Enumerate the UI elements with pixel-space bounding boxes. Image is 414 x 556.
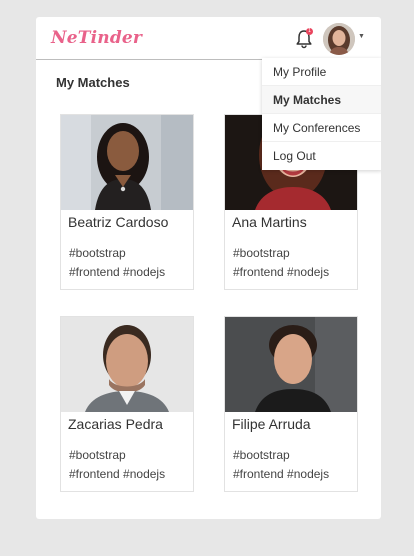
notification-badge: 1 xyxy=(306,28,313,35)
tag-line: #bootstrap xyxy=(233,246,290,260)
tag-line: #bootstrap xyxy=(233,448,290,462)
match-tags: #bootstrap #frontend #nodejs xyxy=(69,446,165,484)
tag-line: #frontend #nodejs xyxy=(233,265,330,279)
profile-photo xyxy=(61,115,193,210)
match-card[interactable]: Filipe Arruda #bootstrap #frontend #node… xyxy=(224,316,358,492)
match-tags: #bootstrap #frontend #nodejs xyxy=(233,446,329,484)
menu-item-my-profile[interactable]: My Profile xyxy=(262,58,381,86)
profile-photo xyxy=(61,317,193,412)
user-dropdown-menu: My Profile My Matches My Conferences Log… xyxy=(262,58,381,170)
match-tags: #bootstrap #frontend #nodejs xyxy=(69,244,165,282)
tag-line: #frontend #nodejs xyxy=(233,467,330,481)
tag-line: #frontend #nodejs xyxy=(69,265,166,279)
chevron-down-icon[interactable]: ▼ xyxy=(358,33,365,40)
match-name: Filipe Arruda xyxy=(232,416,311,432)
tag-line: #bootstrap xyxy=(69,448,126,462)
match-card[interactable]: Beatriz Cardoso #bootstrap #frontend #no… xyxy=(60,114,194,290)
brand-logo[interactable]: NeTinder xyxy=(51,28,142,48)
menu-item-log-out[interactable]: Log Out xyxy=(262,142,381,170)
user-avatar[interactable] xyxy=(323,23,355,55)
profile-photo xyxy=(225,317,357,412)
match-name: Beatriz Cardoso xyxy=(68,214,169,230)
match-tags: #bootstrap #frontend #nodejs xyxy=(233,244,329,282)
match-name: Ana Martins xyxy=(232,214,307,230)
page-title: My Matches xyxy=(56,75,130,90)
tag-line: #bootstrap xyxy=(69,246,126,260)
tag-line: #frontend #nodejs xyxy=(69,467,166,481)
menu-item-my-conferences[interactable]: My Conferences xyxy=(262,114,381,142)
top-navbar: NeTinder 1 ▼ xyxy=(36,17,381,60)
app-card: NeTinder 1 ▼ My Matches Beatriz Cardoso … xyxy=(36,17,381,519)
match-name: Zacarias Pedra xyxy=(68,416,163,432)
menu-item-my-matches[interactable]: My Matches xyxy=(262,86,381,114)
match-card[interactable]: Zacarias Pedra #bootstrap #frontend #nod… xyxy=(60,316,194,492)
